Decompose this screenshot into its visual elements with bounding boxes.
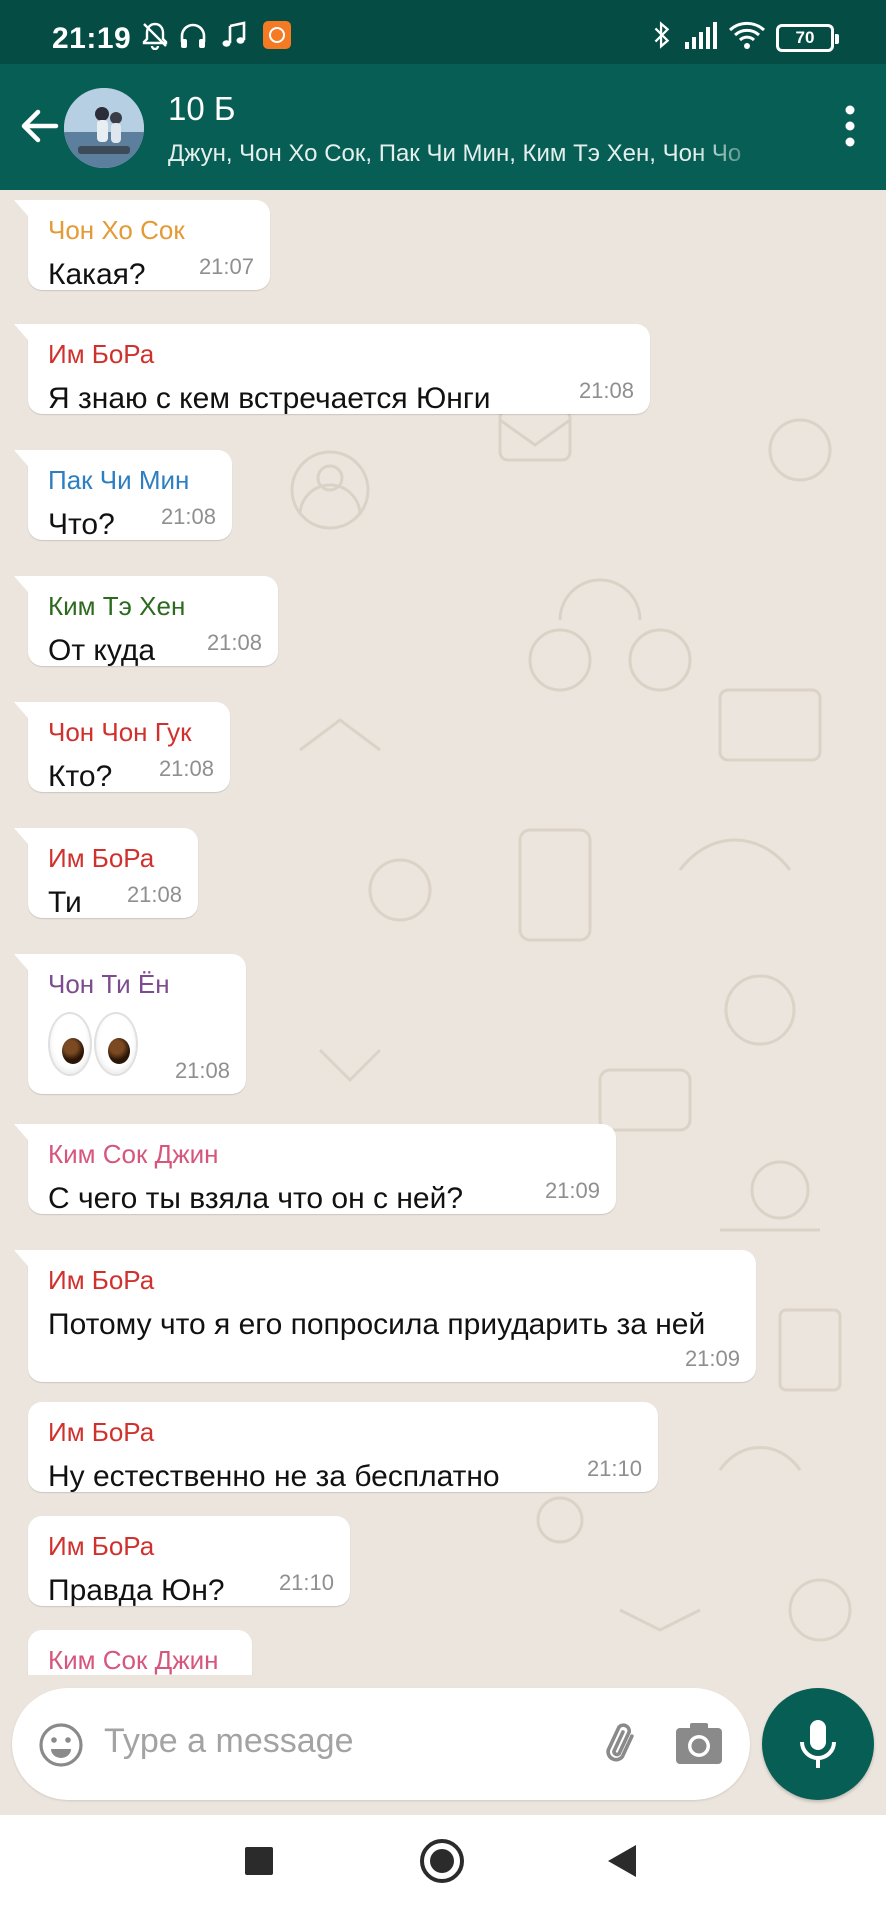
message-sender: Ким Сок Джин [48,1645,219,1675]
music-note-icon [222,21,246,47]
wifi-icon [728,21,766,49]
message-time: 21:08 [578,378,634,403]
message-sender: Им БоРа [48,843,155,873]
avatar-photo-icon [64,88,144,168]
message-time: 21:09 [544,1178,600,1203]
back-triangle-icon[interactable] [608,1845,636,1877]
message-time: 21:08 [206,630,262,655]
message-time: 21:08 [158,756,214,781]
message-bubble[interactable]: Ким Сок Джин [28,1630,252,1675]
voice-record-button[interactable] [762,1688,874,1800]
message-text: С чего ты взяла что он с ней? [48,1182,464,1215]
message-text: Потому что я его попросила приударить за… [48,1308,706,1341]
system-nav-bar [0,1815,886,1920]
chat-header: 10 Б Джун, Чон Хо Сок, Пак Чи Мин, Ким Т… [0,64,886,190]
message-sender: Пак Чи Мин [48,465,190,495]
battery-icon: 70 [776,24,839,52]
message-bubble[interactable]: Чон Ти Ён 21:08 [14,954,246,1094]
headphones-icon [180,23,206,48]
message-bubble[interactable]: Им БоРа Правда Юн? 21:10 [28,1516,350,1607]
message-bubble[interactable]: Им БоРа Я знаю с кем встречается Юнги 21… [14,324,650,415]
message-sender: Им БоРа [48,339,155,369]
message-sender: Ким Тэ Хен [48,591,186,621]
paperclip-icon[interactable] [596,1718,648,1770]
message-input[interactable]: Type a message [104,1722,353,1761]
recents-square-icon[interactable] [245,1847,273,1875]
status-bar: 21:19 70 [0,0,886,64]
message-sender: Им БоРа [48,1531,155,1561]
message-time: 21:08 [174,1058,230,1083]
message-time: 21:08 [126,882,182,907]
message-sender: Им БоРа [48,1417,155,1447]
message-bubble[interactable]: Ким Тэ Хен От куда 21:08 [14,576,278,667]
message-time: 21:10 [278,1570,334,1595]
more-vert-icon[interactable] [832,100,868,152]
status-time: 21:19 [52,22,132,55]
group-avatar[interactable] [64,88,144,168]
message-bubble[interactable]: Им БоРа Ти 21:08 [14,828,198,919]
message-list[interactable]: Чон Хо Сок Какая? 21:07 Им БоРа Я знаю с… [0,190,886,1675]
bell-off-icon [142,22,168,50]
message-sender: Чон Чон Гук [48,717,192,747]
home-circle-icon[interactable] [420,1839,464,1883]
message-bubble[interactable]: Пак Чи Мин Что? 21:08 [14,450,232,541]
message-time: 21:10 [586,1456,642,1481]
message-sender: Ким Сок Джин [48,1139,219,1169]
message-bubble[interactable]: Чон Хо Сок Какая? 21:07 [14,200,270,291]
chat-title[interactable]: 10 Б [168,90,236,128]
message-bubble[interactable]: Чон Чон Гук Кто? 21:08 [14,702,230,793]
message-time: 21:09 [684,1346,740,1371]
bluetooth-icon [654,21,670,49]
app-notification-icon [263,21,291,49]
camera-icon[interactable] [674,1720,724,1768]
signal-icon [685,22,717,49]
message-text: Я знаю с кем встречается Юнги [48,382,491,415]
emoji-icon[interactable] [38,1722,84,1768]
message-bubble[interactable]: Ким Сок Джин С чего ты взяла что он с не… [14,1124,616,1215]
message-composer: Type a message [12,1688,750,1800]
message-bubble[interactable]: Им БоРа Потому что я его попросила приуд… [14,1250,756,1382]
message-sender: Им БоРа [48,1265,155,1295]
message-sender: Чон Ти Ён [48,969,170,999]
message-sender: Чон Хо Сок [48,215,185,245]
back-arrow-icon[interactable] [14,100,66,152]
message-time: 21:08 [160,504,216,529]
microphone-icon [800,1720,836,1768]
message-time: 21:07 [198,254,254,279]
chat-participants[interactable]: Джун, Чон Хо Сок, Пак Чи Мин, Ким Тэ Хен… [168,140,768,168]
message-text: Ну естественно не за бесплатно [48,1460,500,1493]
message-bubble[interactable]: Им БоРа Ну естественно не за бесплатно 2… [28,1402,658,1493]
